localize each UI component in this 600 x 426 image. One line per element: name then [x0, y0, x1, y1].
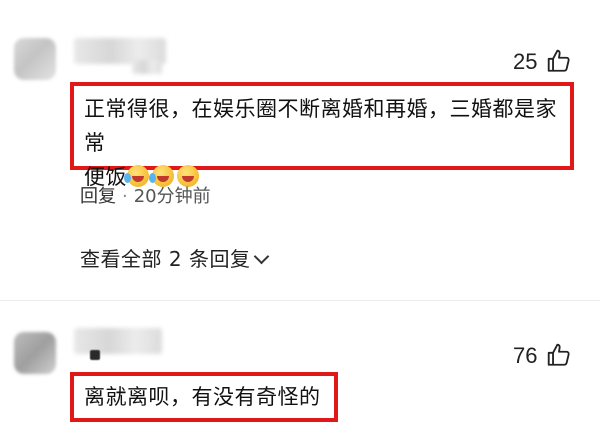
- comment-text: 离就离呗，有没有奇怪的: [84, 385, 321, 409]
- thumbs-up-icon[interactable]: [546, 48, 572, 74]
- username-suffix: [132, 60, 162, 74]
- avatar[interactable]: [14, 332, 56, 374]
- highlighted-comment-box: 离就离呗，有没有奇怪的: [70, 372, 338, 422]
- thumbs-up-icon[interactable]: [546, 342, 572, 368]
- comment-text: 正常得很，在娱乐圈不断离婚和再婚，三婚都是家常 便饭: [84, 92, 574, 194]
- view-all-replies-label: 查看全部 2 条回复: [80, 247, 251, 271]
- avatar[interactable]: [14, 38, 56, 80]
- like-count: 25: [513, 49, 538, 74]
- like-count: 76: [513, 343, 538, 368]
- username-mark: [90, 350, 100, 360]
- comment-text-line1: 正常得很，在娱乐圈不断离婚和再婚，三婚都是家常: [84, 97, 557, 155]
- divider: [0, 300, 600, 301]
- reply-button[interactable]: 回复: [80, 186, 116, 207]
- view-all-replies-link[interactable]: 查看全部 2 条回复: [80, 243, 270, 272]
- comment-meta: 回复 · 20分钟前: [80, 182, 211, 208]
- highlighted-comment-box: 正常得很，在娱乐圈不断离婚和再婚，三婚都是家常 便饭: [70, 82, 574, 189]
- separator-dot: ·: [122, 186, 128, 207]
- username[interactable]: [74, 328, 162, 354]
- comment-time: 20分钟前: [133, 186, 211, 207]
- chevron-down-icon: [254, 248, 270, 265]
